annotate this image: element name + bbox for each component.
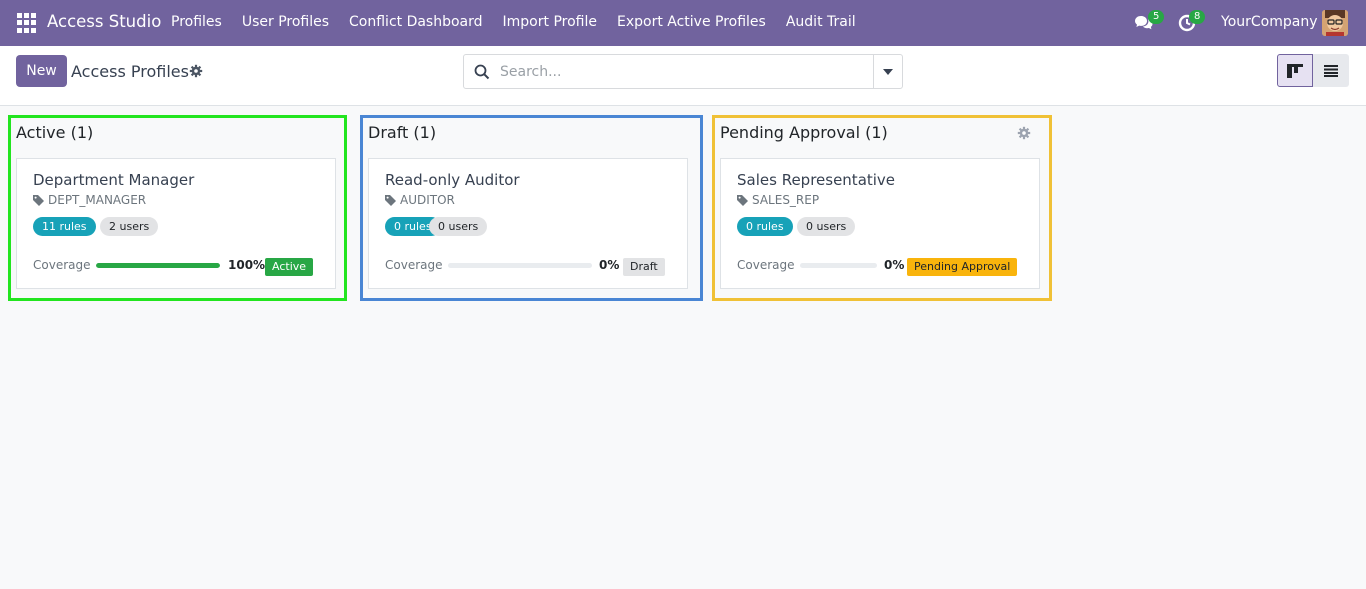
menu-item-audit-trail[interactable]: Audit Trail (776, 14, 866, 30)
column-settings-gear-icon[interactable] (1017, 126, 1031, 140)
profile-name: Sales Representative (737, 171, 896, 189)
coverage-percent: 0% (884, 258, 905, 272)
kanban-column-pending-approval: Pending Approval (1) Sales Representativ… (712, 115, 1052, 301)
tag-icon (737, 195, 748, 206)
user-avatar[interactable] (1322, 10, 1348, 36)
menu-item-conflict-dashboard[interactable]: Conflict Dashboard (339, 14, 493, 30)
actions-gear-icon[interactable] (189, 64, 203, 78)
profile-card[interactable]: Read-only Auditor AUDITOR 0 rules 0 user… (368, 158, 688, 289)
profile-card[interactable]: Sales Representative SALES_REP 0 rules 0… (720, 158, 1040, 289)
control-panel: New Access Profiles (0, 46, 1366, 106)
search-bar (463, 54, 903, 89)
kanban-column-draft: Draft (1) Read-only Auditor AUDITOR 0 ru… (360, 115, 703, 301)
menu-item-export-active-profiles[interactable]: Export Active Profiles (607, 14, 776, 30)
main-menu: Profiles User Profiles Conflict Dashboar… (161, 14, 866, 30)
coverage-label: Coverage (737, 258, 795, 272)
menu-item-import-profile[interactable]: Import Profile (493, 14, 607, 30)
column-title[interactable]: Draft (1) (368, 123, 436, 142)
messages-count-badge: 5 (1148, 10, 1165, 24)
company-switcher[interactable]: YourCompany (1221, 14, 1318, 30)
coverage-percent: 0% (599, 258, 620, 272)
tag-icon (33, 195, 44, 206)
kanban-column-active: Active (1) Department Manager DEPT_MANAG… (8, 115, 347, 301)
menu-item-user-profiles[interactable]: User Profiles (232, 14, 339, 30)
coverage-progress-bar (448, 263, 592, 268)
profile-name: Department Manager (33, 171, 195, 189)
coverage-progress-bar (800, 263, 877, 268)
profile-card[interactable]: Department Manager DEPT_MANAGER 11 rules… (16, 158, 336, 289)
new-button[interactable]: New (16, 55, 67, 87)
list-view-button[interactable] (1313, 54, 1349, 87)
kanban-view-button[interactable] (1277, 54, 1313, 87)
search-options-dropdown-toggle[interactable] (873, 55, 902, 88)
profile-code: DEPT_MANAGER (48, 193, 147, 207)
profile-name: Read-only Auditor (385, 171, 520, 189)
apps-grid-icon[interactable] (17, 13, 37, 33)
profile-code: AUDITOR (400, 193, 455, 207)
menu-item-profiles[interactable]: Profiles (161, 14, 232, 30)
tag-icon (385, 195, 396, 206)
page-title[interactable]: Access Profiles (71, 62, 189, 81)
search-input[interactable] (500, 61, 870, 83)
profile-code: SALES_REP (752, 193, 820, 207)
coverage-percent: 100% (228, 258, 266, 272)
rules-count-badge: 11 rules (33, 217, 96, 236)
rules-count-badge: 0 rules (737, 217, 793, 236)
coverage-label: Coverage (33, 258, 91, 272)
activities-count-badge: 8 (1189, 10, 1206, 24)
column-title[interactable]: Active (1) (16, 123, 93, 142)
search-icon[interactable] (474, 64, 490, 80)
top-navbar: Access Studio Profiles User Profiles Con… (0, 0, 1366, 46)
coverage-label: Coverage (385, 258, 443, 272)
status-badge: Draft (623, 258, 665, 276)
users-count-badge: 0 users (797, 217, 856, 236)
users-count-badge: 0 users (429, 217, 488, 236)
status-badge: Pending Approval (907, 258, 1018, 276)
app-brand[interactable]: Access Studio (47, 12, 161, 31)
view-switcher (1277, 54, 1350, 87)
status-badge: Active (265, 258, 314, 276)
users-count-badge: 2 users (100, 217, 159, 236)
list-view-icon (1324, 64, 1338, 77)
kanban-view-icon (1287, 63, 1303, 78)
column-title[interactable]: Pending Approval (1) (720, 123, 888, 142)
coverage-progress-bar (96, 263, 220, 268)
